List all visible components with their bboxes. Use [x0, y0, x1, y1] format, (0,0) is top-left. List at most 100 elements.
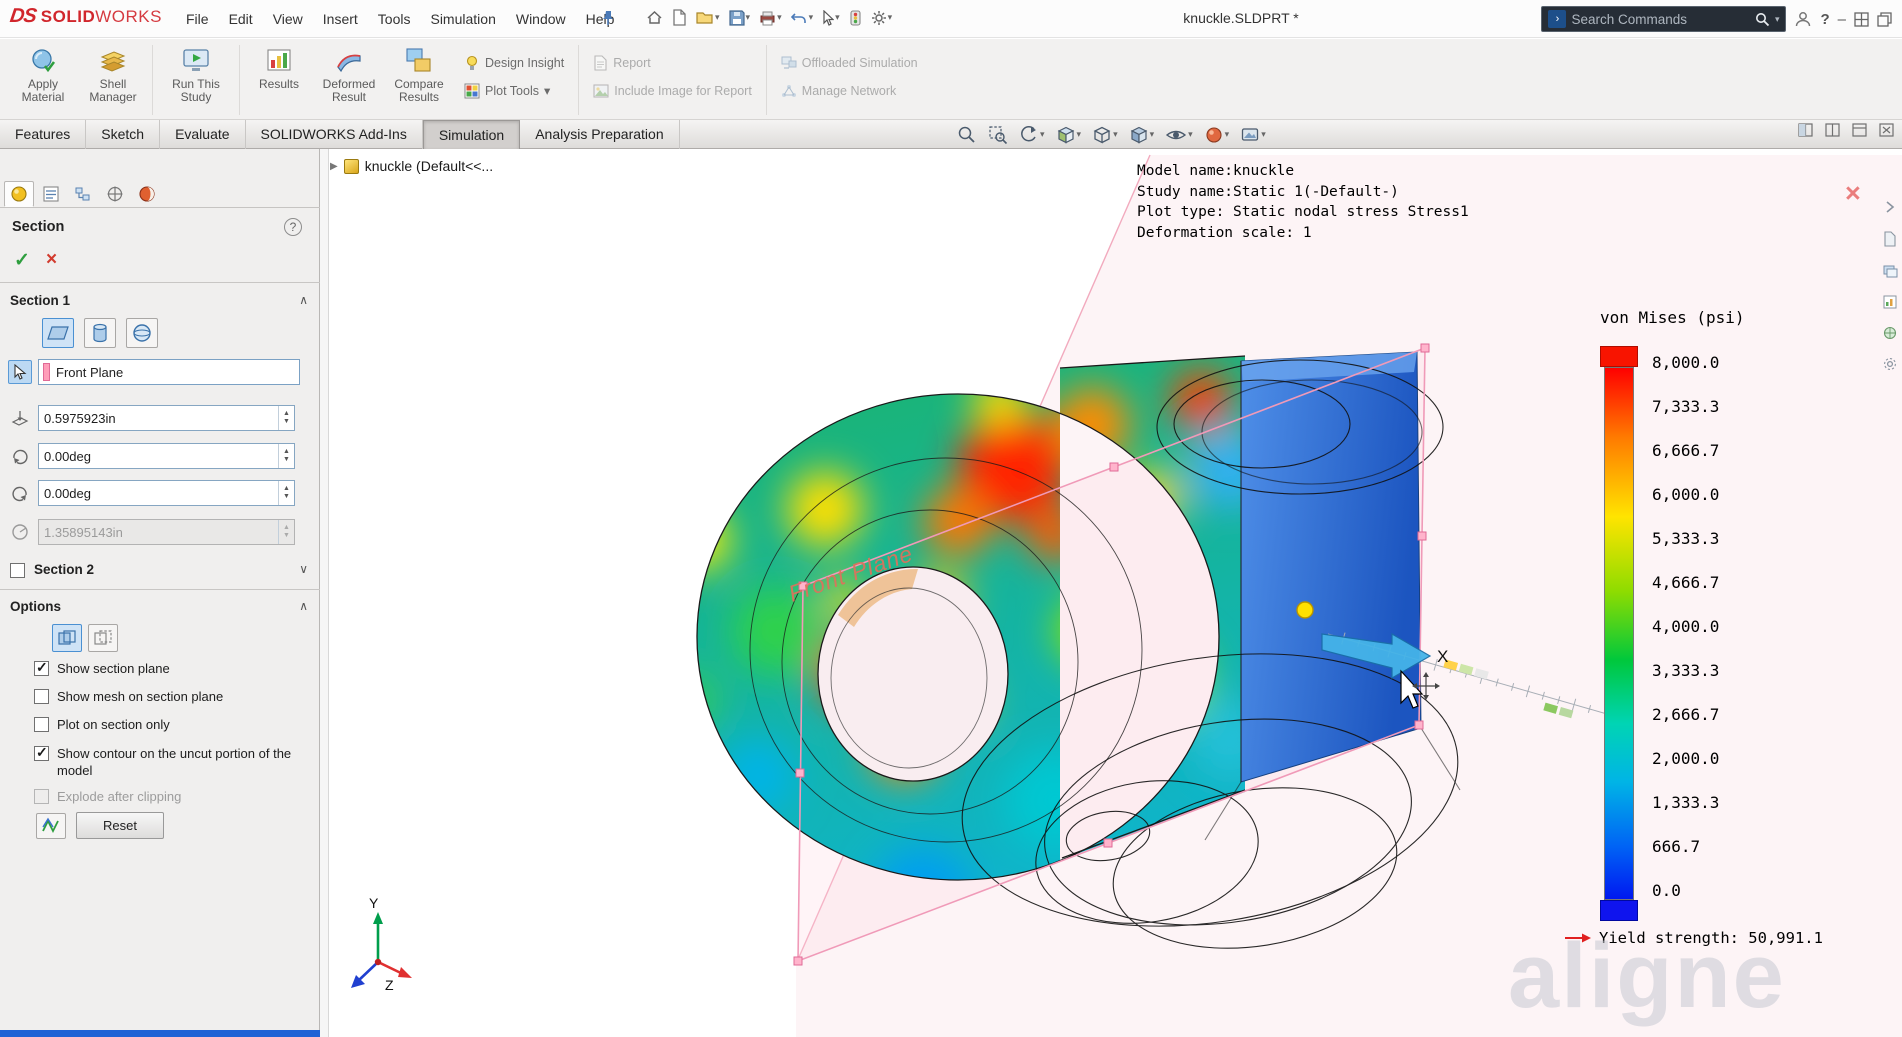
manage-network-button[interactable]: Manage Network: [777, 79, 922, 103]
checkbox-icon[interactable]: [34, 661, 49, 676]
panel-splitter[interactable]: [320, 149, 329, 1037]
previous-view-icon[interactable]: ▾: [1017, 123, 1047, 147]
pin-menu-icon[interactable]: [600, 9, 616, 27]
flyout-expand-icon[interactable]: [1883, 200, 1897, 214]
model-block[interactable]: [1241, 352, 1421, 782]
menu-file[interactable]: File: [176, 0, 219, 38]
apply-material-button[interactable]: Apply Material: [8, 43, 78, 115]
display-manager-tab[interactable]: [132, 181, 162, 207]
hide-show-items-icon[interactable]: ▾: [1163, 123, 1195, 147]
configurations-tab[interactable]: [68, 181, 98, 207]
search-commands-box[interactable]: › ▾: [1541, 6, 1786, 32]
tab-analysis-preparation[interactable]: Analysis Preparation: [520, 120, 679, 149]
chevron-up-icon[interactable]: ∧: [299, 599, 308, 613]
search-caret-icon[interactable]: ▾: [1775, 15, 1780, 24]
feature-tree-tab[interactable]: [36, 181, 66, 207]
select-button[interactable]: ▾: [820, 8, 842, 28]
display-style-icon[interactable]: ▾: [1127, 123, 1157, 147]
ok-button[interactable]: ✓: [14, 249, 30, 272]
section-view-icon[interactable]: ▾: [1054, 123, 1084, 147]
cancel-button[interactable]: ×: [46, 249, 57, 271]
open-caret-icon[interactable]: ▾: [715, 13, 720, 22]
plot-on-section-only-checkbox[interactable]: Plot on section only: [0, 716, 312, 733]
print-caret-icon[interactable]: ▾: [777, 13, 782, 22]
minimize-icon[interactable]: –: [1838, 11, 1846, 28]
menu-window[interactable]: Window: [506, 0, 576, 38]
menu-view[interactable]: View: [263, 0, 313, 38]
breadcrumb[interactable]: ▶ knuckle (Default<<...: [330, 158, 493, 174]
search-scope-icon[interactable]: ›: [1548, 10, 1566, 28]
tab-features[interactable]: Features: [0, 120, 86, 149]
offloaded-simulation-button[interactable]: Offloaded Simulation: [777, 51, 922, 75]
split-pane-left-icon[interactable]: [1798, 123, 1813, 137]
save-button[interactable]: ▾: [727, 8, 753, 28]
help-icon[interactable]: ?: [284, 218, 302, 236]
reference-select-icon[interactable]: [8, 360, 32, 384]
undo-caret-icon[interactable]: ▾: [809, 13, 814, 22]
show-mesh-on-section-plane-checkbox[interactable]: Show mesh on section plane: [0, 688, 312, 705]
help-icon[interactable]: ?: [1820, 11, 1829, 28]
planar-section-button[interactable]: [42, 318, 74, 348]
compare-results-button[interactable]: Compare Results: [384, 43, 454, 115]
restore-window-icon[interactable]: [1877, 12, 1892, 27]
select-caret-icon[interactable]: ▾: [835, 13, 840, 22]
checkbox-icon[interactable]: [34, 689, 49, 704]
reference-plane-field[interactable]: Front Plane: [38, 359, 300, 385]
shell-manager-button[interactable]: Shell Manager: [78, 43, 148, 115]
menu-edit[interactable]: Edit: [219, 0, 263, 38]
tab-solidworks-add-ins[interactable]: SOLIDWORKS Add-Ins: [246, 120, 423, 149]
edit-appearance-icon[interactable]: ▾: [1202, 123, 1232, 147]
checkbox-icon[interactable]: [34, 746, 49, 761]
zoom-fit-icon[interactable]: [955, 123, 979, 147]
breadcrumb-expand-icon[interactable]: ▶: [330, 161, 338, 172]
chevron-down-icon[interactable]: ∨: [299, 562, 308, 576]
menu-simulation[interactable]: Simulation: [420, 0, 505, 38]
results-button[interactable]: Results: [244, 43, 314, 115]
drag-origin-point[interactable]: [1297, 602, 1313, 618]
y-rotation-input[interactable]: [39, 481, 278, 505]
dim-xpert-tab[interactable]: [100, 181, 130, 207]
run-this-study-button[interactable]: Run This Study: [157, 43, 235, 115]
plot-tools-button[interactable]: Plot Tools ▾: [460, 79, 568, 103]
show-contour-uncut-checkbox[interactable]: Show contour on the uncut portion of the…: [0, 745, 312, 779]
settings-caret-icon[interactable]: ▾: [888, 13, 893, 22]
collapse-ribbon-icon[interactable]: [1852, 123, 1867, 137]
rebuild-button[interactable]: [847, 8, 864, 28]
show-section-plane-checkbox[interactable]: Show section plane: [0, 660, 312, 677]
settings-button[interactable]: ▾: [869, 8, 895, 28]
print-button[interactable]: ▾: [757, 8, 784, 28]
cylindrical-section-button[interactable]: [84, 318, 116, 348]
tab-sketch[interactable]: Sketch: [86, 120, 160, 149]
spherical-section-button[interactable]: [126, 318, 158, 348]
reset-button[interactable]: Reset: [76, 812, 164, 839]
deformed-result-button[interactable]: Deformed Result: [314, 43, 384, 115]
menu-insert[interactable]: Insert: [313, 0, 368, 38]
search-icon[interactable]: [1755, 12, 1770, 27]
options-group-header[interactable]: Options ∧: [0, 596, 320, 620]
menu-tools[interactable]: Tools: [368, 0, 421, 38]
report-button[interactable]: Report: [589, 51, 756, 75]
cancel-command-icon[interactable]: ×: [1845, 180, 1861, 207]
new-document-button[interactable]: [670, 7, 689, 28]
checkbox-icon[interactable]: [34, 717, 49, 732]
search-commands-input[interactable]: [1571, 12, 1749, 27]
breadcrumb-text[interactable]: knuckle (Default<<...: [365, 158, 493, 174]
offset-distance-input[interactable]: [39, 406, 278, 430]
chevron-up-icon[interactable]: ∧: [299, 293, 308, 307]
section2-group-header[interactable]: Section 2 ∨: [0, 558, 320, 584]
section1-group-header[interactable]: Section 1 ∧: [0, 290, 320, 314]
home-button[interactable]: [644, 7, 665, 28]
x-rotation-input[interactable]: [39, 444, 278, 468]
property-manager-tab[interactable]: [4, 181, 34, 207]
tab-evaluate[interactable]: Evaluate: [160, 120, 245, 149]
zoom-area-icon[interactable]: [986, 123, 1010, 147]
open-document-button[interactable]: ▾: [694, 8, 722, 27]
tab-simulation[interactable]: Simulation: [423, 120, 520, 149]
save-caret-icon[interactable]: ▾: [746, 13, 751, 22]
split-pane-right-icon[interactable]: [1825, 123, 1840, 137]
view-settings-icon[interactable]: ▾: [1238, 123, 1268, 147]
section-cap-button[interactable]: [52, 624, 82, 652]
section2-checkbox[interactable]: [10, 563, 25, 578]
y-rotation-spinner[interactable]: ▲▼: [278, 481, 294, 505]
close-pane-icon[interactable]: [1879, 123, 1894, 137]
